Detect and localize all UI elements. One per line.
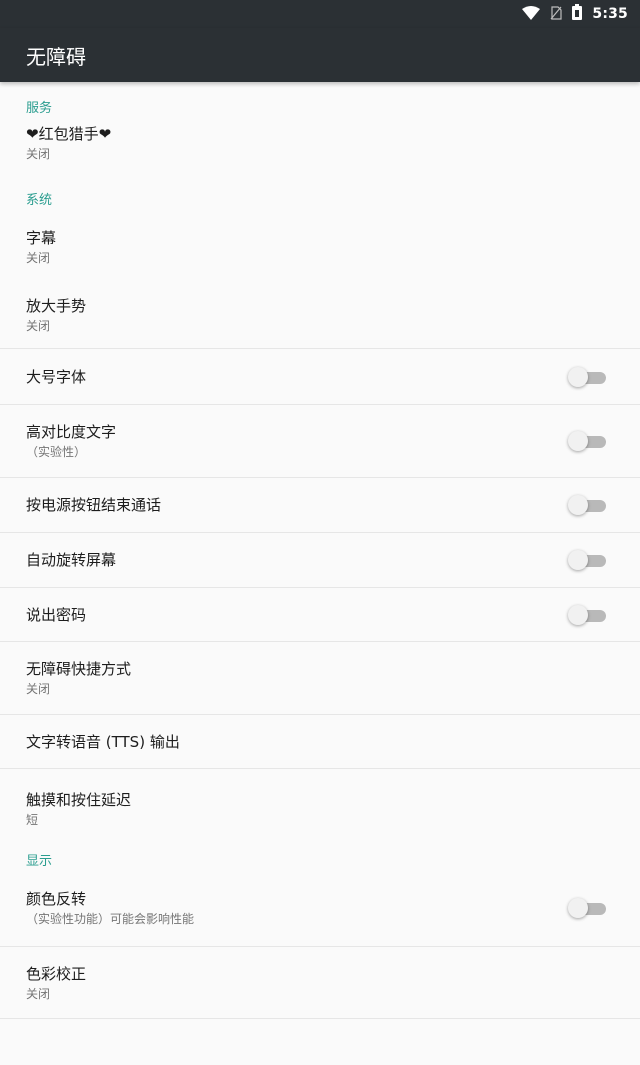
item-title: ❤红包猎手❤: [26, 125, 112, 143]
list-item-high-contrast-text[interactable]: 高对比度文字 （实验性）: [0, 404, 640, 477]
item-summary: （实验性）: [26, 445, 87, 459]
battery-icon: [572, 4, 583, 24]
color-inversion-switch[interactable]: [568, 898, 606, 918]
item-title: 色彩校正: [26, 964, 87, 983]
item-summary: 关闭: [26, 251, 51, 265]
speak-passwords-switch[interactable]: [568, 604, 606, 625]
high-contrast-switch[interactable]: [568, 431, 606, 451]
list-item-accessibility-shortcut[interactable]: 无障碍快捷方式 关闭: [0, 641, 640, 714]
list-item-auto-rotate-screen[interactable]: 自动旋转屏幕: [0, 532, 640, 587]
item-summary: 关闭: [26, 319, 51, 333]
large-text-switch[interactable]: [568, 366, 606, 387]
item-summary: （实验性功能）可能会影响性能: [26, 912, 195, 926]
item-title: 触摸和按住延迟: [26, 790, 132, 809]
item-title: 自动旋转屏幕: [26, 551, 117, 569]
item-summary: 关闭: [26, 682, 51, 696]
page-title: 无障碍: [26, 44, 86, 69]
section-header-display: 显示: [26, 853, 53, 869]
item-title: 字幕: [26, 229, 57, 247]
status-time: 5:35: [592, 6, 628, 22]
power-button-ends-call-switch[interactable]: [568, 495, 606, 515]
item-summary: 短: [26, 812, 39, 827]
list-item-large-text[interactable]: 大号字体: [0, 348, 640, 404]
no-sim-icon: [550, 5, 562, 24]
item-title: 颜色反转: [26, 890, 87, 908]
item-summary: 关闭: [26, 147, 51, 161]
item-title: 无障碍快捷方式: [26, 660, 132, 678]
item-title: 说出密码: [26, 605, 87, 624]
status-bar: 5:35: [0, 0, 640, 28]
settings-list[interactable]: 服务 ❤红包猎手❤ 关闭 系统 字幕 关闭 放大手势 关闭 大号字体 高对比度文…: [0, 82, 640, 1038]
list-item-power-button-ends-call[interactable]: 按电源按钮结束通话: [0, 477, 640, 532]
item-summary: 关闭: [26, 986, 51, 1001]
list-item-red-envelope-hunter[interactable]: ❤红包猎手❤ 关闭: [0, 114, 640, 172]
list-item-captions[interactable]: 字幕 关闭: [0, 212, 640, 282]
item-title: 大号字体: [26, 367, 87, 386]
list-item-magnification-gestures[interactable]: 放大手势 关闭: [0, 282, 640, 348]
list-item-color-correction[interactable]: 色彩校正 关闭: [0, 946, 640, 1018]
app-bar: 无障碍: [0, 28, 640, 82]
wifi-icon: [522, 5, 541, 24]
item-title: 放大手势: [26, 297, 87, 315]
auto-rotate-switch[interactable]: [568, 550, 606, 570]
list-item-speak-passwords[interactable]: 说出密码: [0, 587, 640, 641]
item-title: 文字转语音 (TTS) 输出: [26, 732, 180, 751]
list-item-color-inversion[interactable]: 颜色反转 （实验性功能）可能会影响性能: [0, 870, 640, 946]
item-title: 高对比度文字: [26, 423, 117, 441]
list-item-touch-hold-delay[interactable]: 触摸和按住延迟 短: [0, 768, 640, 848]
item-title: 按电源按钮结束通话: [26, 496, 162, 514]
list-item-tts-output[interactable]: 文字转语音 (TTS) 输出: [0, 714, 640, 768]
list-divider-end: [0, 1018, 640, 1038]
